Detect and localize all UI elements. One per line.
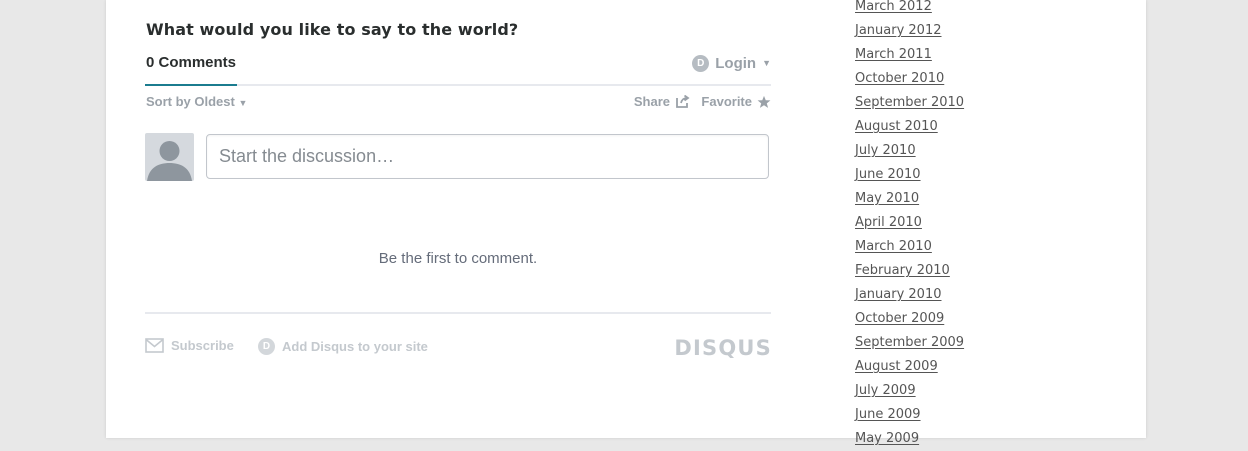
archive-link[interactable]: January 2012: [855, 23, 942, 38]
compose-box[interactable]: [206, 134, 769, 179]
share-button[interactable]: Share: [634, 94, 690, 109]
archive-link[interactable]: March 2011: [855, 47, 932, 62]
envelope-icon: [145, 338, 164, 353]
discussion-footer: Subscribe D Add Disqus to your site DISQ…: [145, 336, 772, 360]
login-menu[interactable]: D Login ▼: [692, 52, 771, 74]
archive-link[interactable]: September 2010: [855, 95, 964, 110]
archive-item: April 2010: [855, 210, 964, 234]
caret-down-icon: ▼: [238, 98, 248, 108]
archive-item: July 2010: [855, 138, 964, 162]
archive-link[interactable]: May 2009: [855, 431, 919, 446]
archive-item: August 2009: [855, 354, 964, 378]
archive-link[interactable]: March 2012: [855, 0, 932, 14]
archive-link[interactable]: October 2009: [855, 311, 944, 326]
archive-link[interactable]: February 2010: [855, 263, 950, 278]
archive-link[interactable]: March 2010: [855, 239, 932, 254]
archive-item: March 2012: [855, 0, 964, 18]
empty-state-message: Be the first to comment.: [378, 250, 538, 267]
share-label: Share: [633, 94, 670, 109]
share-icon: [676, 95, 690, 108]
login-label: Login: [715, 54, 757, 72]
comment-input[interactable]: [217, 145, 758, 168]
user-avatar: [145, 133, 194, 181]
archive-item: September 2010: [855, 90, 964, 114]
add-disqus-link[interactable]: D Add Disqus to your site: [258, 338, 428, 355]
archive-item: February 2010: [855, 258, 964, 282]
archive-link[interactable]: April 2010: [855, 215, 922, 230]
archive-item: October 2009: [855, 306, 964, 330]
archive-item: January 2012: [855, 18, 964, 42]
archive-item: March 2010: [855, 234, 964, 258]
archive-link[interactable]: July 2009: [855, 383, 916, 398]
archive-item: May 2009: [855, 426, 964, 450]
discussion-toolbar: Sort by Oldest ▼ Share Favorite: [145, 94, 771, 112]
archive-item: July 2009: [855, 378, 964, 402]
archive-link[interactable]: August 2010: [855, 119, 938, 134]
favorite-button[interactable]: Favorite: [701, 94, 771, 109]
star-icon: [757, 95, 771, 108]
archive-item: January 2010: [855, 282, 964, 306]
archive-link[interactable]: June 2010: [855, 167, 921, 182]
sort-label: Sort by Oldest: [146, 94, 235, 109]
archive-link[interactable]: January 2010: [855, 287, 942, 302]
tab-comments[interactable]: 0 Comments: [145, 52, 238, 86]
archive-link[interactable]: October 2010: [855, 71, 944, 86]
discussion-heading: What would you like to say to the world?: [146, 20, 519, 39]
archive-link[interactable]: June 2009: [855, 407, 921, 422]
discussion-nav: 0 Comments D Login ▼: [145, 52, 771, 86]
subscribe-label: Subscribe: [171, 338, 234, 353]
archive-item: May 2010: [855, 186, 964, 210]
archive-item: June 2009: [855, 402, 964, 426]
add-disqus-label: Add Disqus to your site: [282, 339, 428, 354]
archive-link[interactable]: May 2010: [855, 191, 919, 206]
archive-item: September 2009: [855, 330, 964, 354]
archive-list: March 2012 January 2012 March 2011 Octob…: [855, 0, 964, 450]
subscribe-link[interactable]: Subscribe: [145, 338, 234, 353]
archive-link[interactable]: July 2010: [855, 143, 916, 158]
login-badge-icon: D: [692, 54, 710, 72]
archive-item: August 2010: [855, 114, 964, 138]
archive-item: October 2010: [855, 66, 964, 90]
disqus-logo[interactable]: DISQUS: [674, 336, 772, 360]
footer-divider: [145, 312, 771, 314]
archive-link[interactable]: August 2009: [855, 359, 938, 374]
favorite-label: Favorite: [701, 94, 752, 109]
sort-dropdown[interactable]: Sort by Oldest ▼: [146, 94, 247, 109]
avatar-icon: [147, 141, 192, 181]
archive-item: March 2011: [855, 42, 964, 66]
caret-down-icon: ▼: [762, 58, 771, 68]
archive-link[interactable]: September 2009: [855, 335, 964, 350]
disqus-badge-icon: D: [258, 338, 275, 355]
archive-item: June 2010: [855, 162, 964, 186]
